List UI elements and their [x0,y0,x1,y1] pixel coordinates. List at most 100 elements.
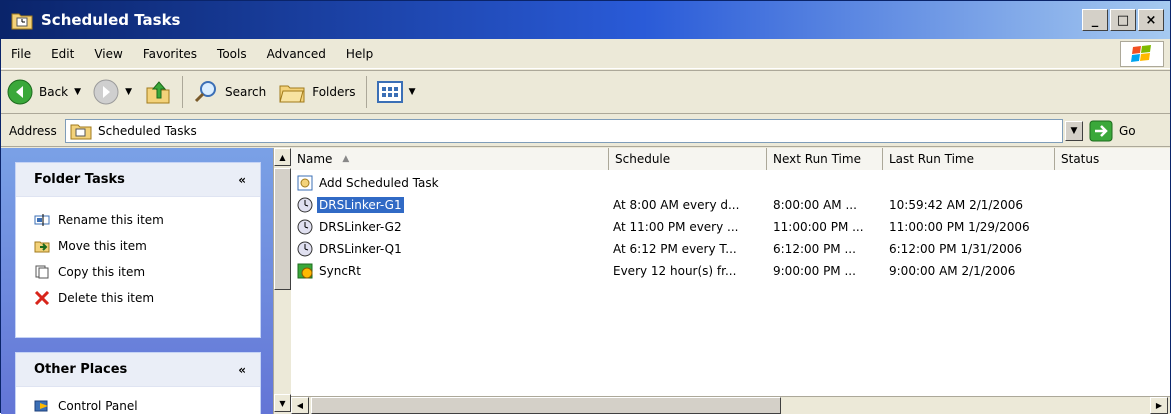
move-icon [34,241,50,253]
scroll-right-icon[interactable]: ▶ [1150,397,1168,414]
column-header-row: Name ▲ Schedule Next Run Time Last Run T… [291,148,1170,170]
file-list-horizontal-scrollbar[interactable]: ◀ ▶ [291,396,1170,414]
copy-item-link[interactable]: Copy this item [16,259,260,285]
column-header-schedule[interactable]: Schedule [609,148,767,170]
scroll-thumb[interactable] [274,168,291,290]
control-panel-icon [34,400,48,412]
last-run-cell: 10:59:42 AM 2/1/2006 [889,198,1023,212]
search-label: Search [224,85,267,99]
control-panel-link[interactable]: Control Panel [16,393,260,414]
column-header-next-run[interactable]: Next Run Time [767,148,883,170]
task-name: SyncRt [319,264,361,278]
address-input[interactable]: Scheduled Tasks [65,119,1063,143]
back-dropdown-icon[interactable]: ▼ [74,87,81,97]
sort-ascending-icon: ▲ [342,154,350,164]
explorer-window: Scheduled Tasks _ □ × File Edit View Fav… [0,0,1171,414]
address-dropdown-icon[interactable]: ▼ [1065,121,1083,141]
up-folder-button[interactable] [138,74,178,110]
views-dropdown-icon[interactable]: ▼ [409,87,416,97]
copy-item-label: Copy this item [58,265,146,279]
windows-logo-icon [1120,41,1164,67]
task-name: DRSLinker-Q1 [319,242,402,256]
column-schedule-label: Schedule [615,152,671,166]
schedule-cell: Every 12 hour(s) fr... [613,264,737,278]
up-folder-icon [146,81,170,104]
column-header-name[interactable]: Name ▲ [291,148,609,170]
next-run-cell: 6:12:00 PM ... [773,242,856,256]
task-name: Add Scheduled Task [319,176,439,190]
move-item-link[interactable]: Move this item [16,233,260,259]
scroll-thumb[interactable] [311,397,781,414]
next-run-cell: 9:00:00 PM ... [773,264,856,278]
menu-favorites[interactable]: Favorites [133,47,207,61]
next-run-cell: 8:00:00 AM ... [773,198,857,212]
table-row[interactable]: DRSLinker-Q1 At 6:12 PM every T... 6:12:… [291,238,1170,260]
copy-icon [35,265,49,279]
menu-edit[interactable]: Edit [41,47,84,61]
name-cell: SyncRt [297,260,607,282]
address-value: Scheduled Tasks [98,124,197,138]
column-header-last-run[interactable]: Last Run Time [883,148,1055,170]
delete-icon [34,291,50,305]
menu-help[interactable]: Help [336,47,383,61]
sync-task-icon [297,263,313,279]
menu-bar: File Edit View Favorites Tools Advanced … [1,39,1170,69]
folders-label: Folders [312,85,356,99]
table-row[interactable]: DRSLinker-G1 At 8:00 AM every d... 8:00:… [291,194,1170,216]
scheduled-tasks-folder-icon [11,13,33,30]
column-status-label: Status [1061,152,1100,166]
minimize-button[interactable]: _ [1082,9,1108,31]
go-label: Go [1119,124,1136,138]
toolbar-separator [365,76,367,108]
column-header-status[interactable]: Status [1055,148,1170,170]
collapse-chevron-icon[interactable]: « [238,363,246,377]
control-panel-label: Control Panel [58,399,138,413]
table-row[interactable]: SyncRt Every 12 hour(s) fr... 9:00:00 PM… [291,260,1170,282]
maximize-button[interactable]: □ [1110,9,1136,31]
standard-toolbar: Back ▼ ▼ Search Folders ▼ [1,70,1170,114]
collapse-chevron-icon[interactable]: « [238,173,246,187]
search-button[interactable]: Search [187,74,272,110]
other-places-header[interactable]: Other Places « [16,353,260,387]
views-icon [376,81,403,103]
last-run-cell: 11:00:00 PM 1/29/2006 [889,220,1030,234]
schedule-cell: At 8:00 AM every d... [613,198,740,212]
column-next-run-label: Next Run Time [773,152,861,166]
name-cell: Add Scheduled Task [297,172,607,194]
column-last-run-label: Last Run Time [889,152,975,166]
forward-button[interactable]: ▼ [87,74,138,110]
menu-advanced[interactable]: Advanced [257,47,336,61]
schedule-cell: At 11:00 PM every ... [613,220,739,234]
folder-tasks-title: Folder Tasks [34,172,125,187]
menu-tools[interactable]: Tools [207,47,257,61]
task-clock-icon [297,219,313,235]
other-places-title: Other Places [34,362,128,377]
scroll-left-icon[interactable]: ◀ [291,397,309,414]
search-icon [194,81,216,103]
table-row[interactable]: DRSLinker-G2 At 11:00 PM every ... 11:00… [291,216,1170,238]
task-name: DRSLinker-G1 [317,197,404,213]
column-name-label: Name [297,152,333,166]
delete-item-link[interactable]: Delete this item [16,285,260,311]
menu-view[interactable]: View [84,47,132,61]
title-bar[interactable]: Scheduled Tasks _ □ × [1,1,1170,39]
rename-item-link[interactable]: Rename this item [16,207,260,233]
close-button[interactable]: × [1138,9,1164,31]
scroll-down-icon[interactable]: ▼ [274,394,291,412]
forward-arrow-icon [93,79,119,105]
menu-file[interactable]: File [1,47,41,61]
name-cell: DRSLinker-Q1 [297,238,607,260]
views-button[interactable]: ▼ [371,74,422,110]
task-pane-scrollbar[interactable]: ▲ ▼ [273,148,291,414]
folders-button[interactable]: Folders [272,74,361,110]
task-clock-icon [297,197,313,213]
toolbar-separator [181,76,183,108]
other-places-panel: Other Places « Control Panel [15,352,261,414]
forward-dropdown-icon[interactable]: ▼ [125,87,132,97]
table-row[interactable]: Add Scheduled Task [291,172,1170,194]
back-button[interactable]: Back ▼ [1,74,87,110]
task-name: DRSLinker-G2 [319,220,402,234]
go-button[interactable]: Go [1089,120,1136,142]
scroll-up-icon[interactable]: ▲ [274,148,291,166]
folder-tasks-header[interactable]: Folder Tasks « [16,163,260,197]
